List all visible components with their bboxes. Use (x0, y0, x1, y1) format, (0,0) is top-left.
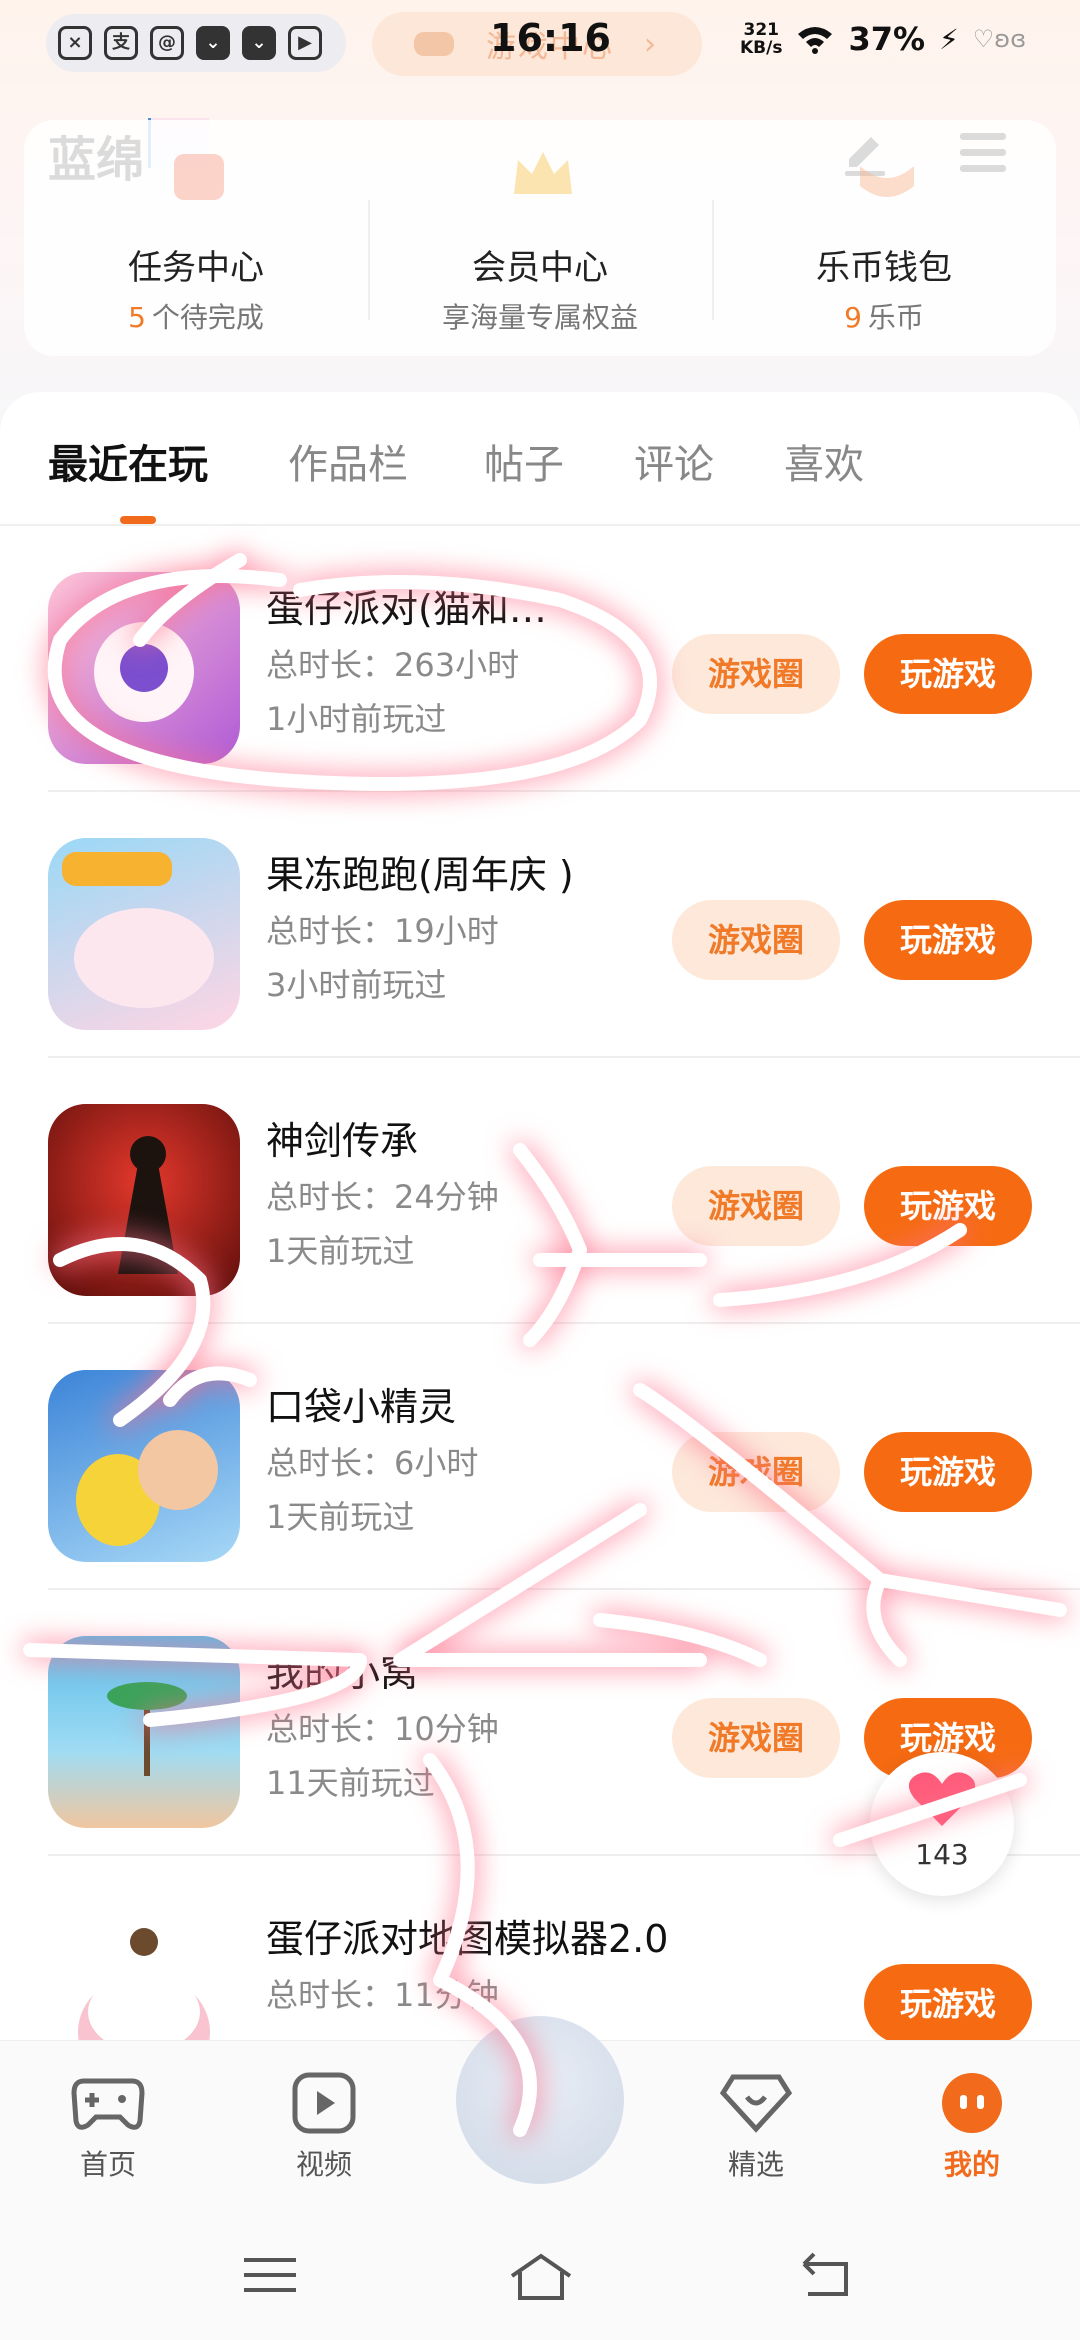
game-row[interactable]: 蛋仔派对(猫和… 总时长：263小时 1小时前玩过 游戏圈 玩游戏 (0, 526, 1080, 792)
game-duration: 总时长：6小时 (266, 1444, 479, 1482)
tab-indicator (120, 516, 156, 524)
game-icon[interactable] (48, 1104, 240, 1296)
play-game-button[interactable]: 玩游戏 (864, 1964, 1032, 2044)
center-avatar-orb[interactable] (456, 2016, 624, 2184)
play-game-button[interactable]: 玩游戏 (864, 900, 1032, 980)
tab-comments[interactable]: 评论 (634, 432, 714, 490)
game-duration: 总时长：11分钟 (266, 1976, 499, 2014)
game-name: 口袋小精灵 (266, 1385, 457, 1429)
game-icon[interactable] (48, 838, 240, 1030)
status-extra-icons: ♡ʚɞ (972, 25, 1027, 53)
game-row[interactable]: 果冻跑跑(周年庆 ) 总时长：19小时 3小时前玩过 游戏圈 玩游戏 (0, 792, 1080, 1058)
app-notif-icon: ⌄ (196, 26, 230, 60)
game-circle-button[interactable]: 游戏圈 (672, 1698, 840, 1778)
game-circle-button[interactable]: 游戏圈 (672, 1432, 840, 1512)
game-circle-button[interactable]: 游戏圈 (672, 1166, 840, 1246)
play-game-button[interactable]: 玩游戏 (864, 1166, 1032, 1246)
play-notif-icon: ▶ (288, 26, 322, 60)
tab-likes[interactable]: 喜欢 (784, 432, 864, 490)
floating-like-button[interactable]: 143 (870, 1752, 1014, 1896)
game-icon[interactable] (48, 572, 240, 764)
game-duration: 总时长：10分钟 (266, 1710, 499, 1748)
gamepad-icon (414, 32, 454, 56)
wifi-icon (798, 27, 833, 54)
gamepad-icon (71, 2078, 145, 2130)
game-name: 果冻跑跑(周年庆 ) (266, 853, 574, 897)
game-name: 神剑传承 (266, 1119, 419, 1163)
tab-recent[interactable]: 最近在玩 (48, 432, 208, 490)
game-duration: 总时长：263小时 (266, 646, 520, 684)
system-indicators: 321 KB/s 37% ⚡ ♡ʚɞ (740, 20, 1026, 58)
play-game-button[interactable]: 玩游戏 (864, 634, 1032, 714)
nav-video[interactable]: 视频 (244, 2071, 404, 2183)
net-speed: 321 KB/s (740, 20, 783, 58)
sim-icon: × (58, 26, 92, 60)
game-name: 蛋仔派对地图模拟器2.0 (266, 1917, 669, 1961)
game-duration: 总时长：19小时 (266, 912, 499, 950)
game-name: 蛋仔派对(猫和… (266, 587, 547, 631)
game-last-played: 1小时前玩过 (266, 700, 447, 738)
game-last-played: 3小时前玩过 (266, 966, 447, 1004)
game-circle-button[interactable]: 游戏圈 (672, 634, 840, 714)
recent-apps-icon[interactable] (240, 2250, 300, 2300)
wallet[interactable]: 乐币钱包 9 乐币 (712, 120, 1056, 356)
system-navigation (0, 2220, 1080, 2340)
app-notif-icon-2: ⌄ (242, 26, 276, 60)
nav-mine[interactable]: 我的 (892, 2071, 1052, 2183)
game-row[interactable]: 神剑传承 总时长：24分钟 1天前玩过 游戏圈 玩游戏 (0, 1058, 1080, 1324)
back-icon[interactable] (794, 2250, 854, 2300)
game-last-played: 1天前玩过 (266, 1232, 415, 1270)
tab-posts[interactable]: 帖子 (484, 432, 564, 490)
tab-bar: 最近在玩 作品栏 帖子 评论 喜欢 (0, 432, 1080, 512)
tab-works[interactable]: 作品栏 (288, 432, 408, 490)
like-count: 143 (915, 1838, 969, 1871)
game-circle-button[interactable]: 游戏圈 (672, 900, 840, 980)
smiley-icon (942, 2073, 1002, 2133)
notification-icons: × 支 @ ⌄ ⌄ ▶ (46, 14, 346, 72)
game-row[interactable]: 口袋小精灵 总时长：6小时 1天前玩过 游戏圈 玩游戏 (0, 1324, 1080, 1590)
game-name: 我的小窝 (266, 1651, 419, 1695)
nav-home[interactable]: 首页 (28, 2071, 188, 2183)
calendar-check-icon (174, 154, 224, 200)
play-square-icon (292, 2072, 356, 2134)
play-game-button[interactable]: 玩游戏 (864, 1432, 1032, 1512)
chevron-right-icon: › (644, 26, 656, 62)
battery-percent: 37% (848, 20, 926, 58)
nav-featured[interactable]: 精选 (676, 2071, 836, 2183)
game-icon[interactable] (48, 1370, 240, 1562)
heart-gem-icon (719, 2074, 793, 2133)
heart-icon (908, 1772, 976, 1826)
vip-center[interactable]: 会员中心 享海量专属权益 (368, 120, 712, 356)
wallet-icon (860, 166, 914, 197)
charging-icon: ⚡ (939, 22, 959, 56)
task-center[interactable]: 任务中心 5 个待完成 (24, 120, 368, 356)
status-bar: × 支 @ ⌄ ⌄ ▶ 游戏中心 › 16:16 321 KB/s 37% ⚡ … (0, 0, 1080, 90)
game-last-played: 11天前玩过 (266, 1764, 435, 1802)
game-icon[interactable] (48, 1636, 240, 1828)
home-icon[interactable] (506, 2250, 576, 2304)
game-duration: 总时长：24分钟 (266, 1178, 499, 1216)
quick-links-card: 任务中心 5 个待完成 会员中心 享海量专属权益 乐币钱包 9 乐币 (24, 120, 1056, 356)
crown-icon (514, 152, 572, 194)
alipay-icon: 支 (104, 26, 138, 60)
clock: 16:16 (490, 16, 611, 60)
game-last-played: 1天前玩过 (266, 1498, 415, 1536)
mail-at-icon: @ (150, 26, 184, 60)
